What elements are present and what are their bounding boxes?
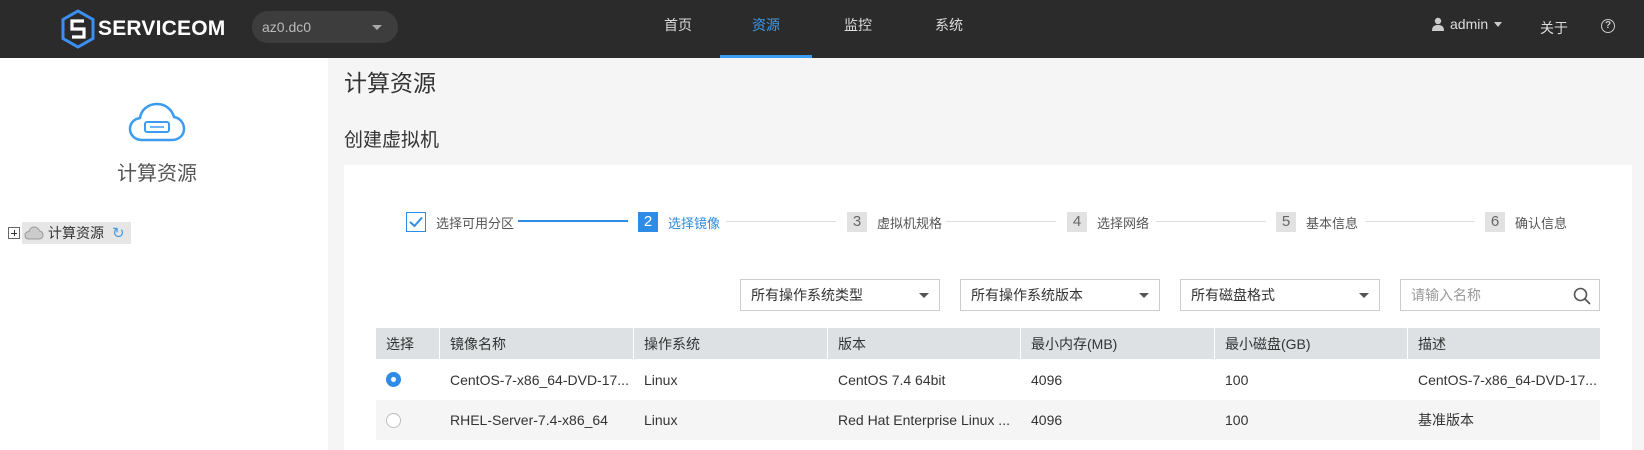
cell-os: Linux (644, 412, 678, 428)
step-4[interactable]: 4 选择网络 (1067, 212, 1149, 232)
row-select-cell (376, 400, 440, 440)
step-number: 4 (1067, 212, 1087, 232)
search-icon[interactable] (1573, 287, 1591, 305)
step-number: 3 (847, 212, 867, 232)
checkmark-icon (406, 212, 426, 232)
cell-image-name: CentOS-7-x86_64-DVD-17... (450, 371, 629, 388)
cell-os: Linux (644, 371, 678, 388)
table-row[interactable]: CentOS-7-x86_64-DVD-17... Linux CentOS 7… (376, 359, 1600, 400)
disk-format-value: 所有磁盘格式 (1191, 287, 1275, 303)
col-select: 选择 (376, 328, 440, 359)
step-number: 2 (638, 212, 658, 232)
cell-min-mem: 4096 (1031, 371, 1063, 388)
step-number: 5 (1276, 212, 1296, 232)
resource-tree: 计算资源 ↻ (8, 222, 131, 244)
az-select-value: az0.dc0 (262, 19, 312, 35)
az-select[interactable]: az0.dc0 (252, 11, 398, 43)
row-radio[interactable] (386, 412, 401, 428)
chevron-down-icon (919, 293, 929, 298)
expand-icon[interactable] (8, 227, 20, 239)
cell-desc: CentOS-7-x86_64-DVD-17... (1418, 371, 1597, 388)
col-image-name: 镜像名称 (440, 328, 634, 359)
cell-min-disk: 100 (1225, 412, 1249, 428)
nav-resources[interactable]: 资源 (720, 0, 812, 58)
col-desc: 描述 (1418, 335, 1446, 352)
step-5[interactable]: 5 基本信息 (1276, 212, 1358, 232)
logo-text: SERVICEOM (98, 17, 226, 40)
nav-home[interactable]: 首页 (632, 0, 724, 58)
refresh-icon[interactable]: ↻ (112, 224, 125, 242)
step-2[interactable]: 2 选择镜像 (638, 212, 720, 232)
row-select-cell (376, 359, 440, 400)
user-name: admin (1450, 16, 1489, 32)
about-link[interactable]: 关于 (1540, 18, 1568, 38)
serviceom-logo[interactable]: SERVICEOM (60, 8, 225, 50)
chevron-down-icon (372, 25, 382, 30)
sidebar: 计算资源 计算资源 ↻ (0, 58, 328, 450)
col-version: 版本 (828, 328, 1021, 359)
cell-min-mem: 4096 (1031, 412, 1063, 428)
section-title: 创建虚拟机 (344, 130, 440, 151)
os-version-select[interactable]: 所有操作系统版本 (960, 279, 1160, 311)
os-version-value: 所有操作系统版本 (971, 287, 1083, 303)
step-label: 虚拟机规格 (877, 215, 943, 231)
cloud-icon (24, 226, 44, 240)
page-title: 计算资源 (344, 70, 436, 96)
nav-system[interactable]: 系统 (903, 0, 995, 58)
cloud-server-icon (128, 102, 186, 142)
step-connector (518, 220, 628, 222)
step-3[interactable]: 3 虚拟机规格 (847, 212, 942, 232)
chevron-down-icon (1139, 293, 1149, 298)
step-label: 基本信息 (1306, 215, 1359, 231)
step-label: 选择网络 (1097, 215, 1150, 231)
tree-node-label: 计算资源 (48, 225, 104, 241)
os-type-value: 所有操作系统类型 (751, 287, 863, 303)
cell-image-name: RHEL-Server-7.4-x86_64 (450, 412, 608, 428)
logo-icon (61, 9, 95, 49)
row-radio[interactable] (386, 372, 401, 387)
step-1[interactable]: 选择可用分区 (406, 212, 514, 232)
step-number: 6 (1485, 212, 1505, 232)
step-connector (946, 221, 1056, 222)
chevron-down-icon (1494, 21, 1503, 27)
table-header: 选择 镜像名称 操作系统 版本 最小内存(MB) 最小磁盘(GB) 描述 (376, 328, 1600, 359)
nav-monitor[interactable]: 监控 (812, 0, 904, 58)
chevron-down-icon (1359, 293, 1369, 298)
tree-node-compute[interactable]: 计算资源 ↻ (22, 222, 131, 244)
os-type-select[interactable]: 所有操作系统类型 (740, 279, 940, 311)
step-connector (1156, 221, 1266, 222)
col-os: 操作系统 (634, 328, 828, 359)
step-connector (1365, 221, 1475, 222)
user-icon (1432, 17, 1444, 31)
sidebar-title: 计算资源 (117, 163, 197, 185)
step-label: 确认信息 (1515, 215, 1568, 231)
step-6[interactable]: 6 确认信息 (1485, 212, 1567, 232)
cell-version: CentOS 7.4 64bit (838, 371, 946, 388)
step-label: 选择镜像 (668, 215, 721, 231)
step-label: 选择可用分区 (436, 215, 515, 231)
col-min-disk: 最小磁盘(GB) (1215, 328, 1408, 359)
cell-desc: 基准版本 (1418, 412, 1474, 428)
cell-min-disk: 100 (1225, 371, 1249, 388)
cell-version: Red Hat Enterprise Linux ... (838, 412, 1010, 428)
help-icon[interactable]: ? (1601, 19, 1615, 33)
user-menu[interactable]: admin (1432, 16, 1503, 32)
step-connector (726, 221, 836, 222)
table-row[interactable]: RHEL-Server-7.4-x86_64 Linux Red Hat Ent… (376, 400, 1600, 440)
search-box (1400, 279, 1600, 311)
disk-format-select[interactable]: 所有磁盘格式 (1180, 279, 1380, 311)
image-table: 选择 镜像名称 操作系统 版本 最小内存(MB) 最小磁盘(GB) 描述 Cen… (376, 328, 1600, 440)
top-navbar: SERVICEOM az0.dc0 首页 资源 监控 系统 admin 关于 ? (0, 0, 1644, 58)
search-input[interactable] (1401, 280, 1561, 310)
col-min-mem: 最小内存(MB) (1021, 328, 1215, 359)
